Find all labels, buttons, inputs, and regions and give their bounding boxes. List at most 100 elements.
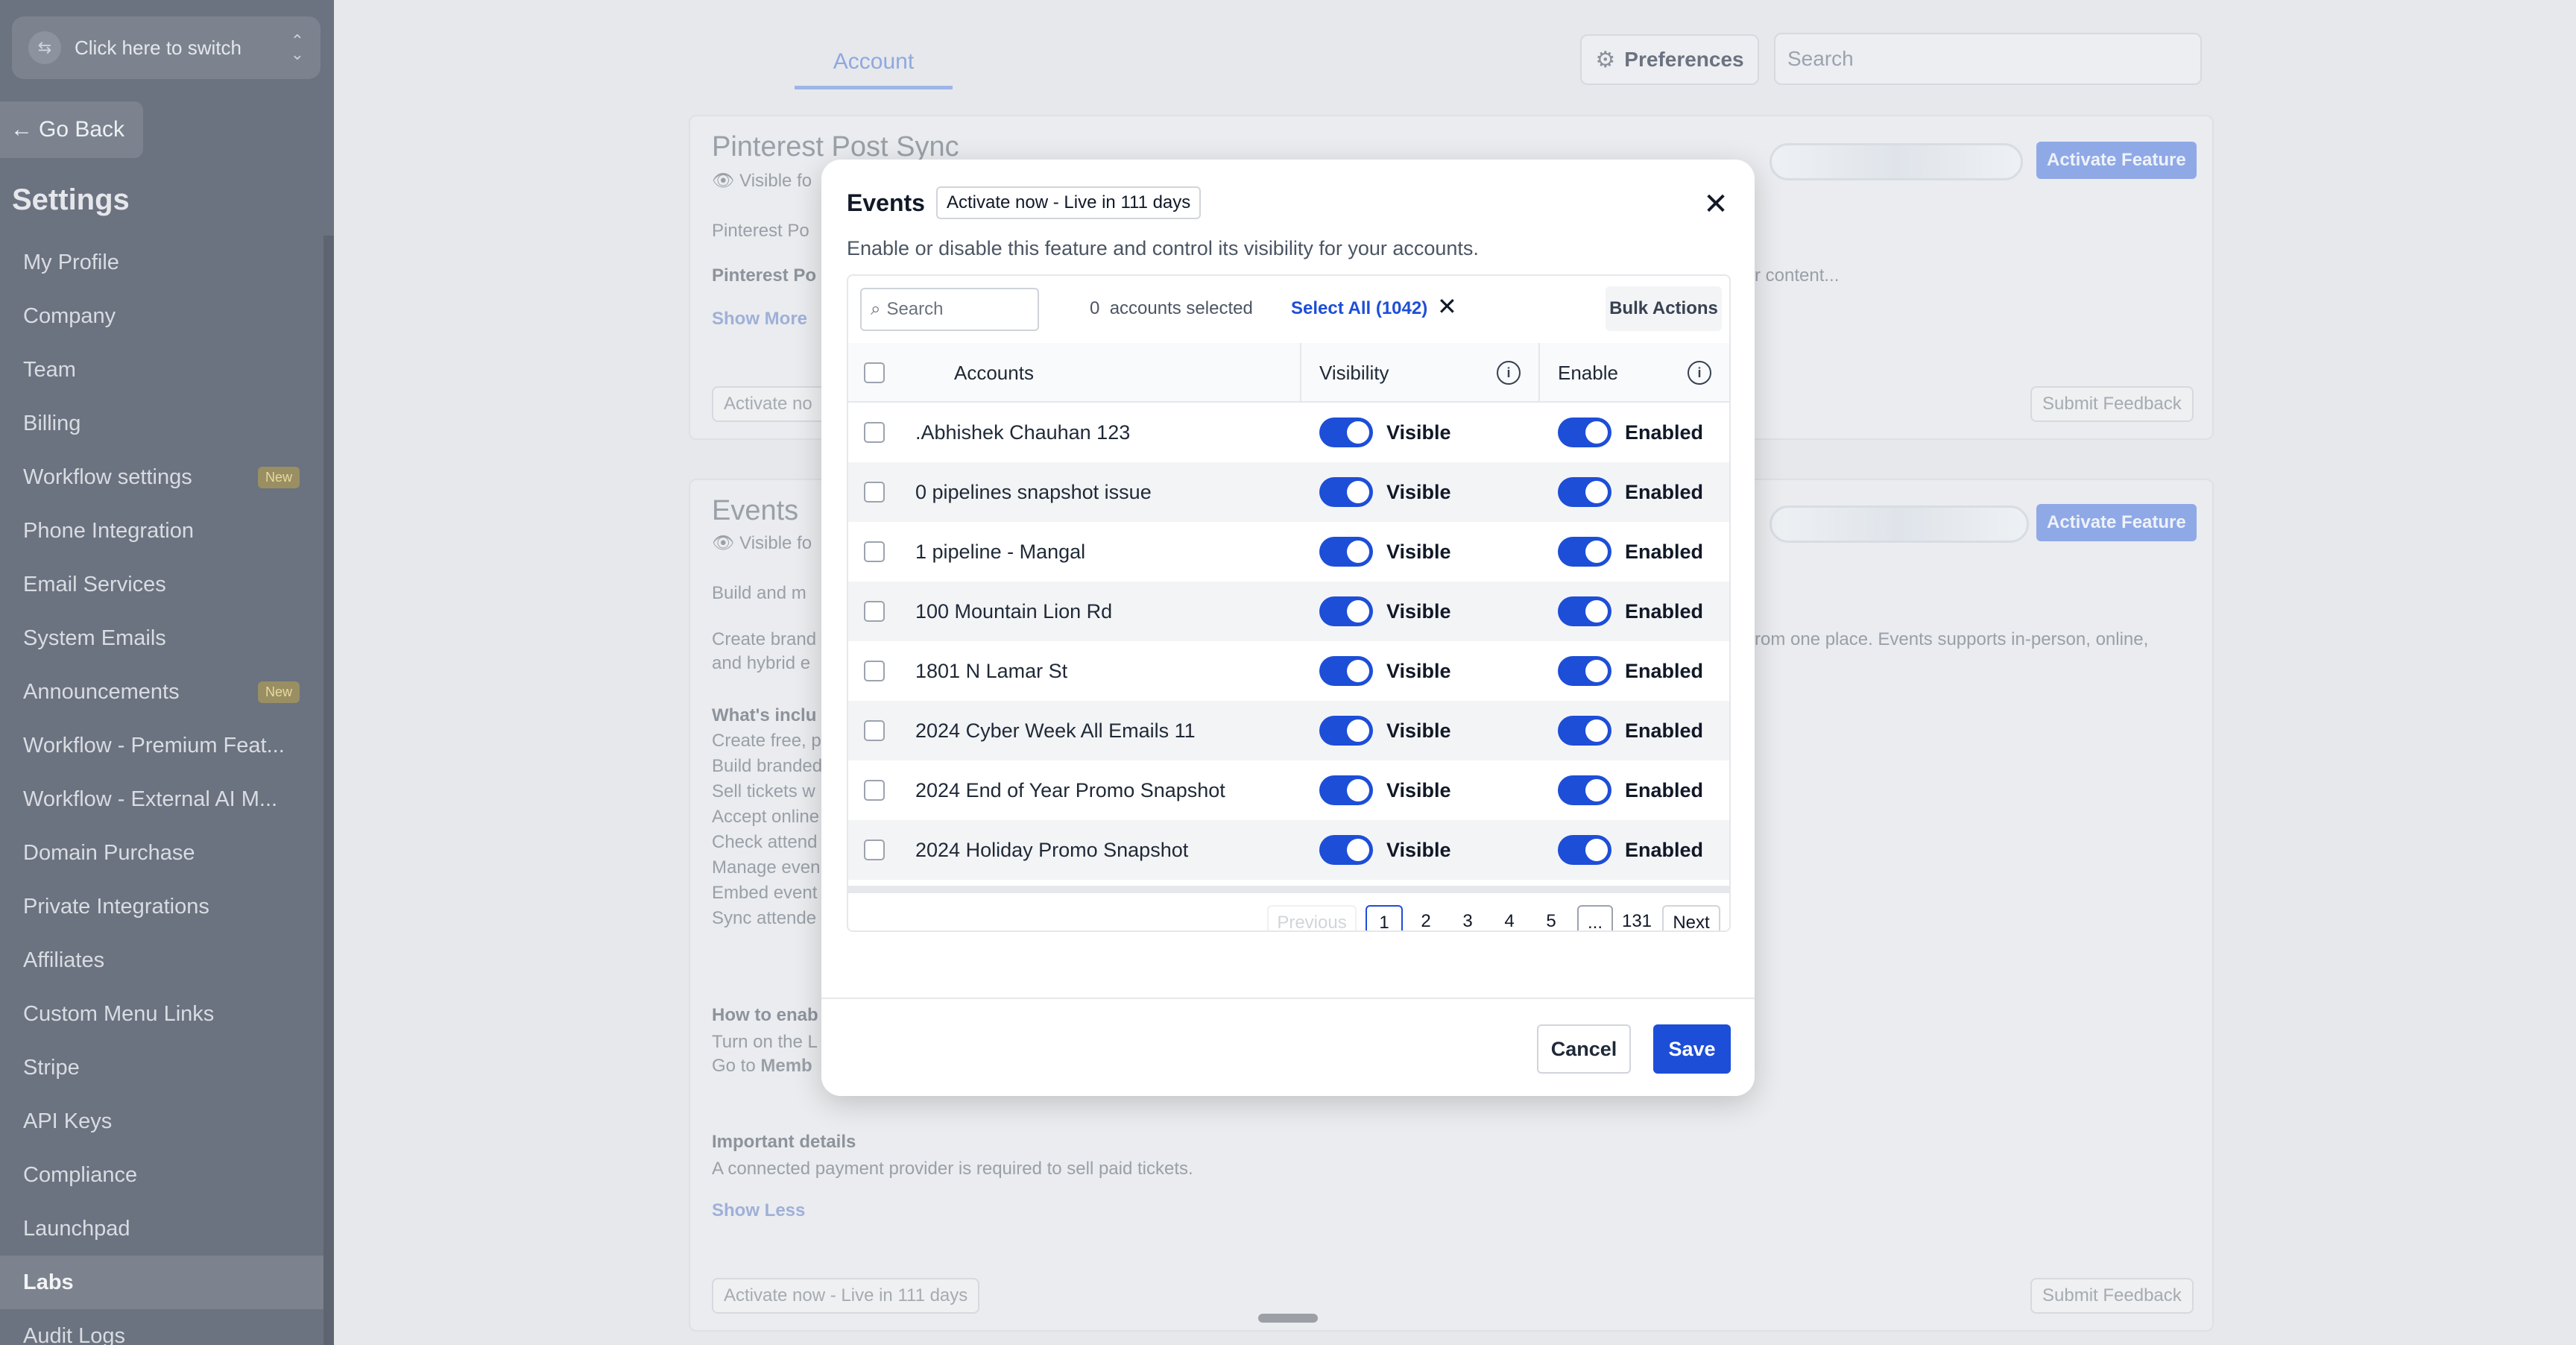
card-text: Pinterest Po: [712, 265, 817, 286]
row-checkbox[interactable]: [864, 422, 885, 443]
row-checkbox[interactable]: [864, 601, 885, 622]
card-title: Events: [712, 495, 799, 526]
sidebar-item[interactable]: Email Services: [0, 558, 334, 611]
list-item: Build branded: [712, 756, 823, 776]
row-checkbox[interactable]: [864, 482, 885, 503]
card-text: r content...: [1755, 265, 1840, 286]
enable-toggle[interactable]: [1558, 418, 1611, 447]
select-all-checkbox[interactable]: [864, 362, 885, 383]
sidebar-item[interactable]: Company: [0, 289, 334, 343]
select-all-link[interactable]: Select All (1042): [1291, 298, 1427, 319]
page-button[interactable]: 1: [1366, 905, 1403, 930]
enable-label: Enabled: [1625, 480, 1704, 503]
row-checkbox[interactable]: [864, 661, 885, 681]
cancel-button[interactable]: Cancel: [1537, 1024, 1631, 1074]
sidebar-item[interactable]: Labs: [0, 1256, 334, 1309]
page-button[interactable]: 4: [1491, 905, 1528, 930]
sidebar-item[interactable]: Domain Purchase: [0, 826, 334, 880]
sidebar-item[interactable]: Compliance: [0, 1148, 334, 1202]
info-icon[interactable]: i: [1688, 361, 1711, 385]
show-less-link[interactable]: Show Less: [712, 1200, 805, 1221]
visibility-toggle[interactable]: [1319, 775, 1373, 805]
sidebar-item[interactable]: Stripe: [0, 1041, 334, 1094]
sidebar-item[interactable]: Announcements New: [0, 665, 334, 719]
page-button[interactable]: 5: [1532, 905, 1570, 930]
sidebar-item[interactable]: Audit Logs: [0, 1309, 334, 1345]
row-checkbox[interactable]: [864, 541, 885, 562]
account-switcher[interactable]: ⇆ Click here to switch ⌃ ⌄: [12, 16, 321, 79]
preferences-button[interactable]: ⚙ Preferences: [1580, 34, 1759, 85]
page-button[interactable]: 2: [1407, 905, 1445, 930]
drag-handle[interactable]: [1258, 1314, 1318, 1323]
sidebar-item[interactable]: Billing: [0, 397, 334, 450]
account-name: 0 pipelines snapshot issue: [915, 480, 1152, 503]
table-row: 2024 End of Year Promo Snapshot Visible En…: [848, 760, 1729, 820]
page-ellipsis-button[interactable]: ...: [1577, 905, 1613, 930]
sidebar-item-label: Affiliates: [23, 948, 105, 972]
top-search-input[interactable]: Search: [1774, 33, 2202, 85]
enable-toggle[interactable]: [1558, 775, 1611, 805]
table-search-input[interactable]: ⌕ Search: [860, 288, 1039, 331]
events-modal: Events Activate now - Live in 111 days ✕…: [821, 160, 1755, 1096]
visibility-toggle[interactable]: [1319, 835, 1373, 865]
close-icon[interactable]: ✕: [1696, 185, 1735, 224]
sidebar-item[interactable]: Phone Integration: [0, 504, 334, 558]
visibility-toggle[interactable]: [1319, 418, 1373, 447]
tab-account[interactable]: Account: [795, 43, 953, 89]
enable-toggle[interactable]: [1558, 716, 1611, 746]
sidebar-item[interactable]: My Profile: [0, 236, 334, 289]
page-button[interactable]: 131: [1616, 905, 1658, 930]
submit-feedback-button[interactable]: Submit Feedback: [2030, 1278, 2194, 1314]
next-page-button[interactable]: Next: [1662, 905, 1720, 930]
show-more-link[interactable]: Show More: [712, 309, 807, 330]
visibility-toggle[interactable]: [1319, 537, 1373, 567]
enable-toggle[interactable]: [1558, 835, 1611, 865]
sidebar-item[interactable]: Affiliates: [0, 933, 334, 987]
table-toolbar: ⌕ Search 0 accounts selected Select All …: [848, 276, 1729, 343]
card-text: Build and m: [712, 583, 806, 603]
sidebar-item-label: Launchpad: [23, 1216, 130, 1241]
visibility-toggle[interactable]: [1319, 477, 1373, 507]
visibility-toggle[interactable]: [1319, 656, 1373, 686]
sidebar-item[interactable]: Workflow - Premium Feat...: [0, 719, 334, 772]
bulk-actions-button[interactable]: Bulk Actions: [1606, 286, 1722, 331]
table-row: 2024 Holiday Promo Snapshot Visible Enable…: [848, 820, 1729, 880]
sidebar-item-label: Workflow - External AI M...: [23, 787, 278, 811]
enable-toggle[interactable]: [1558, 537, 1611, 567]
sidebar-item[interactable]: Private Integrations: [0, 880, 334, 933]
enable-label: Enabled: [1625, 719, 1704, 742]
enable-toggle[interactable]: [1558, 477, 1611, 507]
sidebar-item[interactable]: Team: [0, 343, 334, 397]
enable-toggle[interactable]: [1558, 596, 1611, 626]
card-text: A connected payment provider is required…: [712, 1159, 1193, 1179]
previous-page-button[interactable]: Previous: [1267, 905, 1357, 930]
sidebar-item[interactable]: Custom Menu Links: [0, 987, 334, 1041]
activate-feature-button[interactable]: Activate Feature: [2036, 504, 2197, 541]
horizontal-scrollbar[interactable]: [848, 886, 1729, 893]
card-title: Pinterest Post Sync: [712, 131, 959, 163]
sidebar-item[interactable]: Workflow settings New: [0, 450, 334, 504]
save-button[interactable]: Save: [1653, 1024, 1731, 1074]
info-icon[interactable]: i: [1497, 361, 1521, 385]
sidebar-item[interactable]: Launchpad: [0, 1202, 334, 1256]
sidebar-scrollbar[interactable]: [323, 236, 334, 1345]
sidebar-item[interactable]: API Keys: [0, 1094, 334, 1148]
visibility-cell: Visible: [1301, 537, 1540, 567]
submit-feedback-button[interactable]: Submit Feedback: [2030, 386, 2194, 422]
enable-toggle[interactable]: [1558, 656, 1611, 686]
visibility-toggle[interactable]: [1319, 716, 1373, 746]
clear-selection-icon[interactable]: ✕: [1437, 292, 1457, 321]
go-back-button[interactable]: ← Go Back: [0, 101, 143, 158]
row-checkbox[interactable]: [864, 720, 885, 741]
account-name: 1801 N Lamar St: [915, 659, 1068, 682]
activate-now-tag: Activate no: [712, 386, 827, 422]
enable-label: Enabled: [1625, 540, 1704, 563]
row-checkbox[interactable]: [864, 840, 885, 860]
sidebar-item[interactable]: Workflow - External AI M...: [0, 772, 334, 826]
enable-cell: Enabled: [1540, 418, 1729, 447]
visibility-toggle[interactable]: [1319, 596, 1373, 626]
sidebar-item[interactable]: System Emails: [0, 611, 334, 665]
activate-feature-button[interactable]: Activate Feature: [2036, 142, 2197, 179]
page-button[interactable]: 3: [1449, 905, 1486, 930]
row-checkbox[interactable]: [864, 780, 885, 801]
